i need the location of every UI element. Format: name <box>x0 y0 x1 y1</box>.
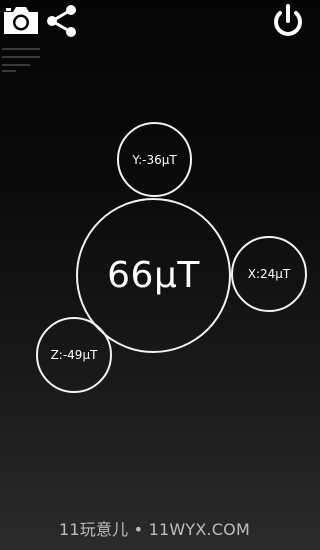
z-axis-reading: Z:-49µT <box>36 317 112 393</box>
z-axis-value: Z:-49µT <box>50 348 98 362</box>
share-icon[interactable] <box>44 3 80 39</box>
x-axis-value: X:24µT <box>247 267 291 281</box>
x-axis-reading: X:24µT <box>231 236 307 312</box>
menu-lines-icon[interactable] <box>2 48 42 74</box>
menu-line <box>2 70 16 72</box>
menu-line <box>2 56 40 58</box>
y-axis-value: Y:-36µT <box>132 152 177 167</box>
watermark-text: 11玩意儿 • 11WYX.COM <box>59 520 250 539</box>
camera-icon[interactable] <box>2 4 40 36</box>
y-axis-reading: Y:-36µT <box>117 122 192 197</box>
menu-line <box>2 48 40 50</box>
menu-line <box>2 64 30 66</box>
top-toolbar <box>0 0 309 44</box>
power-icon[interactable] <box>270 3 306 41</box>
total-field-value: 66µT <box>107 255 200 296</box>
